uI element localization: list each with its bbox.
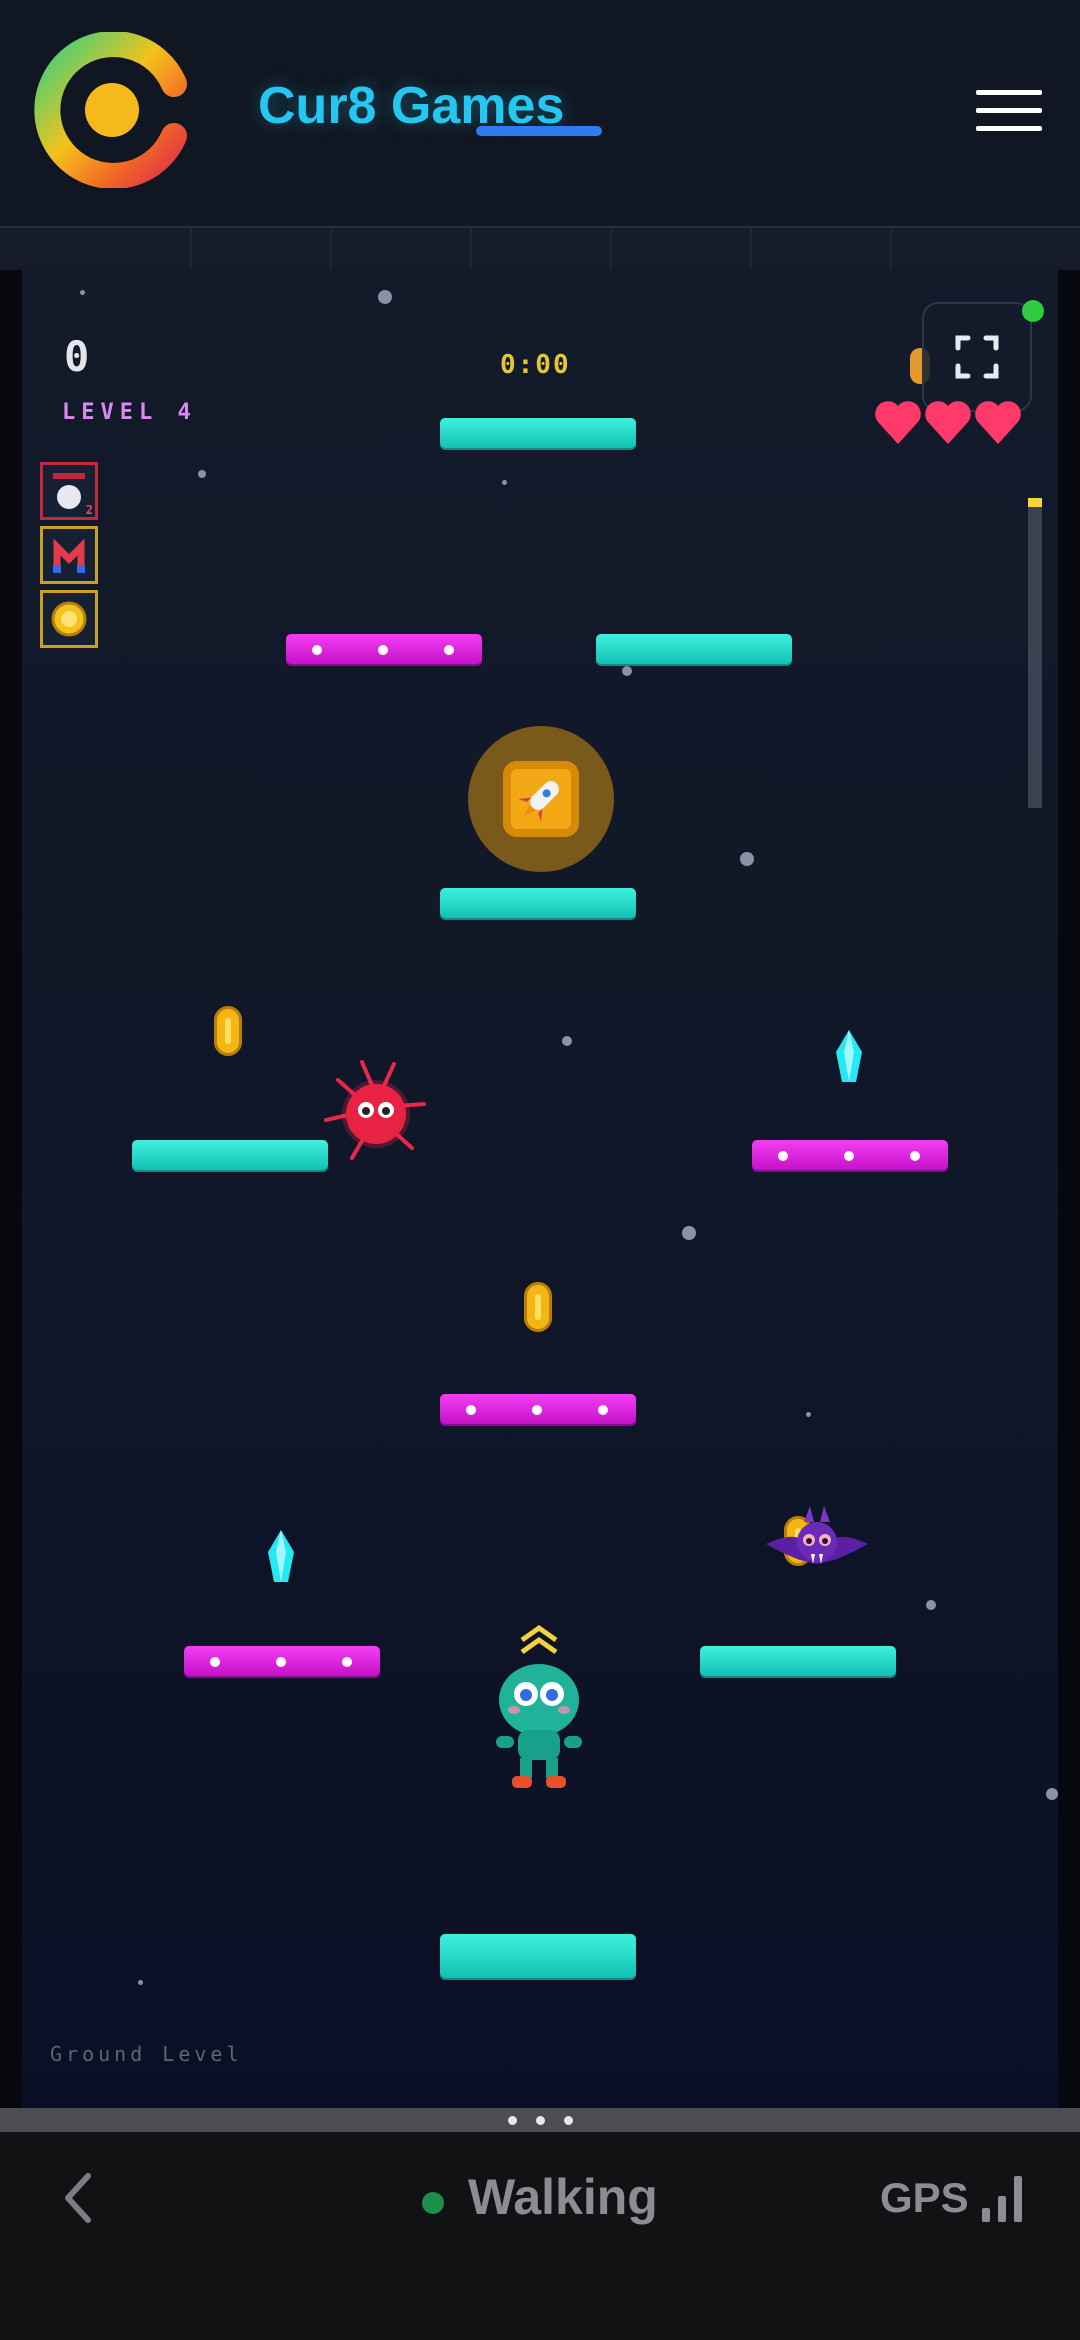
- magnet-powerup[interactable]: [40, 526, 98, 584]
- heart-icon: [975, 401, 1021, 444]
- ground-platform: [440, 1934, 636, 1978]
- bottom-sheet-handle[interactable]: [0, 2108, 1080, 2132]
- online-status-dot: [1022, 300, 1044, 322]
- virus-enemy: [324, 1060, 426, 1160]
- background-star: [562, 1036, 572, 1046]
- right-border: [1058, 270, 1080, 2108]
- hamburger-menu-icon[interactable]: [976, 90, 1046, 132]
- level-progress-fill: [1028, 498, 1042, 508]
- player-character: [496, 1624, 582, 1788]
- platform: [440, 888, 636, 918]
- bouncy-platform: [286, 634, 482, 664]
- heart-icon: [875, 401, 921, 444]
- left-border: [0, 270, 22, 2108]
- magnet-icon: [53, 538, 85, 573]
- rocket-icon: [518, 781, 559, 822]
- level-progress-bar: [1028, 498, 1042, 808]
- platform: [440, 418, 636, 448]
- background-star: [926, 1600, 936, 1610]
- brand-underline: [476, 126, 602, 136]
- timer: 0:00: [500, 350, 571, 380]
- ground-level-label: Ground Level: [50, 2042, 243, 2066]
- bouncy-platform: [184, 1646, 380, 1676]
- cur8-logo[interactable]: [34, 32, 190, 188]
- activity-status-dot: [422, 2192, 444, 2214]
- coin-multiplier-powerup[interactable]: [40, 590, 98, 648]
- activity-status: Walking: [468, 2169, 658, 2225]
- lives-hearts: [875, 401, 1021, 444]
- platform: [596, 634, 792, 664]
- coin-multiplier-icon: [51, 601, 87, 637]
- powerup-inventory: 2: [40, 462, 104, 654]
- background-star: [740, 852, 754, 866]
- background-star: [378, 290, 392, 304]
- jump-chevron-icon: [520, 1624, 558, 1655]
- gps-label: GPS: [880, 2174, 969, 2221]
- game-canvas[interactable]: 0 LEVEL 4 0:00 2 Ground Level: [22, 270, 1058, 2108]
- gps-signal-icon: [982, 2176, 1022, 2222]
- background-star: [806, 1412, 811, 1417]
- heart-icon: [925, 401, 971, 444]
- cyan-gem: [268, 1530, 294, 1582]
- background-star: [1046, 1788, 1058, 1800]
- app-header: Cur8 Games: [0, 0, 1080, 228]
- shield-powerup[interactable]: 2: [40, 462, 98, 520]
- coin: [214, 1006, 242, 1056]
- background-star: [682, 1226, 696, 1240]
- bat-enemy: [766, 1506, 868, 1564]
- powerup-count: 2: [85, 503, 93, 517]
- back-chevron-icon[interactable]: [58, 2168, 98, 2228]
- score: 0: [64, 332, 90, 381]
- bouncy-platform: [752, 1140, 948, 1170]
- background-star: [198, 470, 206, 478]
- platform: [700, 1646, 896, 1676]
- rocket-powerup: [468, 726, 614, 872]
- background-star: [138, 1980, 143, 1985]
- platform: [132, 1140, 328, 1170]
- level-label: LEVEL 4: [62, 400, 197, 425]
- bottom-status-bar: Walking GPS: [0, 2132, 1080, 2340]
- background-star: [502, 480, 507, 485]
- cyan-gem: [836, 1030, 862, 1082]
- coin: [524, 1282, 552, 1332]
- background-star: [80, 290, 85, 295]
- background-star: [622, 666, 632, 676]
- bouncy-platform: [440, 1394, 636, 1424]
